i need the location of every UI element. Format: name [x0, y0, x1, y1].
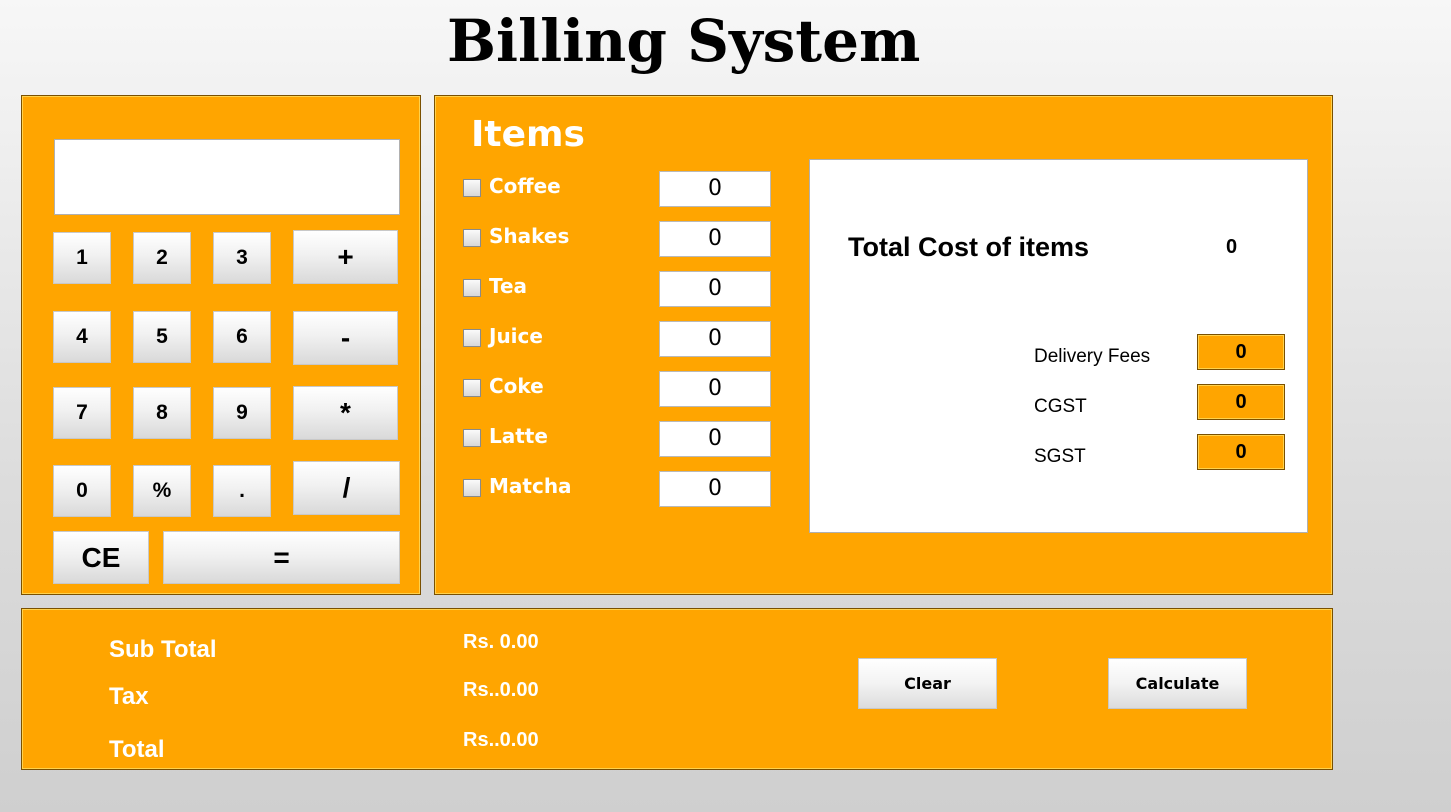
delivery-fees-field[interactable]: 0 — [1197, 334, 1285, 370]
calc-button-ce[interactable]: CE — [53, 531, 149, 584]
page-title: Billing System — [447, 7, 921, 75]
juice-quantity-field[interactable]: 0 — [659, 321, 771, 357]
coke-checkbox[interactable] — [463, 379, 481, 397]
tea-checkbox[interactable] — [463, 279, 481, 297]
items-panel: Items Coffee 0 Shakes 0 Tea 0 Juice 0 Co… — [434, 95, 1333, 595]
items-heading: Items — [471, 114, 585, 155]
tax-label: Tax — [109, 683, 149, 710]
cgst-field[interactable]: 0 — [1197, 384, 1285, 420]
calc-button-9[interactable]: 9 — [213, 387, 271, 439]
calculate-button[interactable]: Calculate — [1108, 658, 1247, 709]
tea-quantity-field[interactable]: 0 — [659, 271, 771, 307]
tax-value: Rs..0.00 — [463, 679, 539, 701]
shakes-quantity-field[interactable]: 0 — [659, 221, 771, 257]
cgst-label: CGST — [1034, 396, 1087, 417]
calc-button-1[interactable]: 1 — [53, 232, 111, 284]
sgst-field[interactable]: 0 — [1197, 434, 1285, 470]
calc-button-divide[interactable]: / — [293, 461, 400, 515]
calculator-display[interactable] — [54, 139, 400, 215]
delivery-fees-label: Delivery Fees — [1034, 346, 1151, 367]
calc-button-8[interactable]: 8 — [133, 387, 191, 439]
total-value: Rs..0.00 — [463, 729, 539, 751]
sub-total-label: Sub Total — [109, 636, 217, 663]
juice-label: Juice — [489, 324, 543, 348]
coke-quantity-field[interactable]: 0 — [659, 371, 771, 407]
tea-label: Tea — [489, 274, 528, 298]
cost-summary-box: Total Cost of items 0 Delivery Fees 0 CG… — [809, 159, 1308, 533]
total-label: Total — [109, 736, 165, 763]
matcha-quantity-field[interactable]: 0 — [659, 471, 771, 507]
calc-button-multiply[interactable]: * — [293, 386, 398, 440]
calc-button-equals[interactable]: = — [163, 531, 400, 584]
calc-button-4[interactable]: 4 — [53, 311, 111, 363]
coffee-checkbox[interactable] — [463, 179, 481, 197]
sgst-label: SGST — [1034, 446, 1086, 467]
calc-button-3[interactable]: 3 — [213, 232, 271, 284]
latte-quantity-field[interactable]: 0 — [659, 421, 771, 457]
matcha-checkbox[interactable] — [463, 479, 481, 497]
calc-button-percent[interactable]: % — [133, 465, 191, 517]
latte-checkbox[interactable] — [463, 429, 481, 447]
total-cost-value: 0 — [1226, 236, 1238, 258]
sub-total-value: Rs. 0.00 — [463, 631, 539, 653]
calc-button-5[interactable]: 5 — [133, 311, 191, 363]
latte-label: Latte — [489, 424, 548, 448]
calc-button-2[interactable]: 2 — [133, 232, 191, 284]
calc-button-dot[interactable]: . — [213, 465, 271, 517]
coffee-label: Coffee — [489, 174, 561, 198]
totals-panel: Sub Total Rs. 0.00 Tax Rs..0.00 Total Rs… — [21, 608, 1333, 770]
coke-label: Coke — [489, 374, 544, 398]
calc-button-7[interactable]: 7 — [53, 387, 111, 439]
calc-button-minus[interactable]: - — [293, 311, 398, 365]
shakes-checkbox[interactable] — [463, 229, 481, 247]
coffee-quantity-field[interactable]: 0 — [659, 171, 771, 207]
total-cost-label: Total Cost of items — [848, 232, 1090, 262]
calc-button-plus[interactable]: + — [293, 230, 398, 284]
calc-button-0[interactable]: 0 — [53, 465, 111, 517]
shakes-label: Shakes — [489, 224, 570, 248]
juice-checkbox[interactable] — [463, 329, 481, 347]
clear-button[interactable]: Clear — [858, 658, 997, 709]
calculator-panel: 1 2 3 + 4 5 6 - 7 8 9 * 0 % . / CE = — [21, 95, 421, 595]
matcha-label: Matcha — [489, 474, 572, 498]
calc-button-6[interactable]: 6 — [213, 311, 271, 363]
